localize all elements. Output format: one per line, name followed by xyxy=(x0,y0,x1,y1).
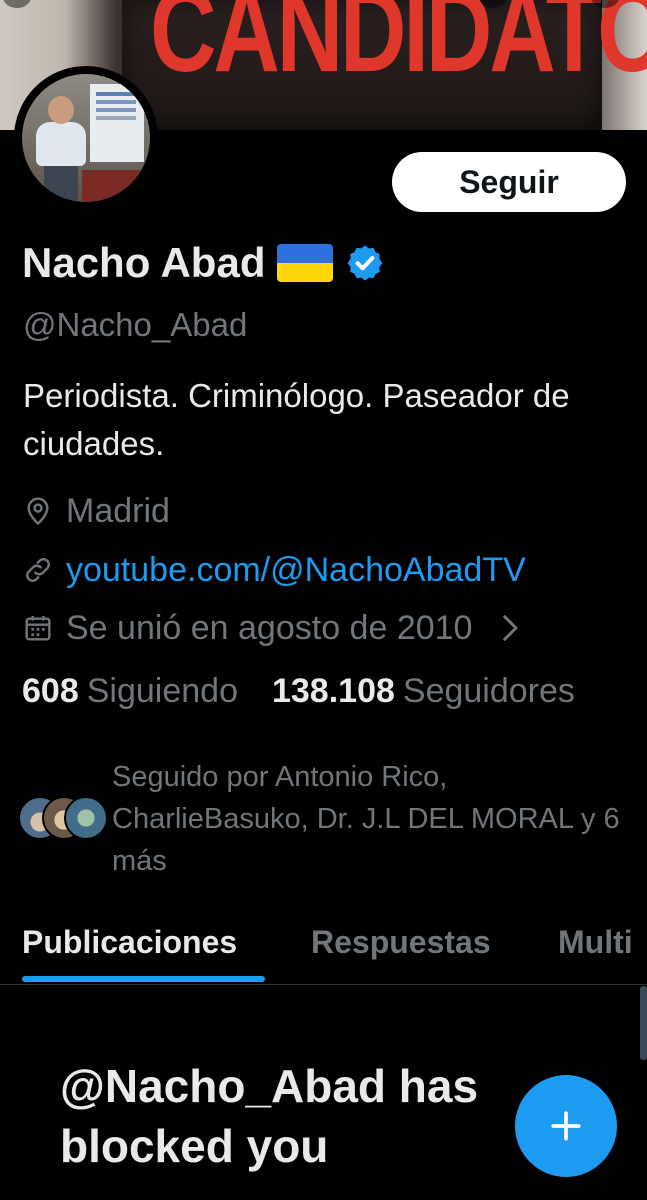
avatar-person-body xyxy=(36,122,86,166)
mutual-followers-avatars[interactable] xyxy=(18,796,108,840)
following-label: Siguiendo xyxy=(86,672,238,710)
joined-text: Se unió en agosto de 2010 xyxy=(66,608,473,647)
blocked-message: @Nacho_Abad has blocked you xyxy=(60,1060,479,1172)
tab-respuestas[interactable]: Respuestas xyxy=(311,924,491,961)
mutual-avatar-3 xyxy=(64,796,108,840)
following-count: 608 xyxy=(22,672,79,710)
tab-publicaciones[interactable]: Publicaciones xyxy=(22,924,237,961)
follow-stats: 608 Siguiendo 138.108 Seguidores xyxy=(22,672,575,711)
location-pin-icon xyxy=(27,497,49,526)
followed-by-text[interactable]: Seguido por Antonio Rico, CharlieBasuko,… xyxy=(112,756,622,882)
followers-label: Seguidores xyxy=(402,672,575,710)
follow-button[interactable]: Seguir xyxy=(392,152,626,212)
profile-joined[interactable]: Se unió en agosto de 2010 xyxy=(22,606,538,650)
banner-overlay-left xyxy=(2,0,32,8)
followers-stat[interactable]: 138.108 Seguidores xyxy=(272,672,575,711)
banner-text: CANDIDATO xyxy=(150,0,647,97)
avatar-background-screen xyxy=(90,84,144,162)
compose-button[interactable] xyxy=(515,1075,617,1177)
avatar-person-head xyxy=(48,96,74,124)
chevron-right-icon[interactable] xyxy=(494,612,526,644)
website-link[interactable]: youtube.com/@NachoAbadTV xyxy=(66,551,526,590)
display-name-row: Nacho Abad xyxy=(22,236,385,290)
scrollbar[interactable] xyxy=(640,986,647,1060)
profile-location: Madrid xyxy=(22,489,170,533)
profile-handle: @Nacho_Abad xyxy=(23,306,248,343)
location-text: Madrid xyxy=(66,491,170,530)
display-name: Nacho Abad xyxy=(22,239,266,286)
active-tab-indicator xyxy=(22,976,265,982)
avatar-photo xyxy=(22,74,150,202)
profile-avatar[interactable] xyxy=(14,66,158,210)
plus-icon xyxy=(551,1111,581,1141)
ukraine-flag-icon xyxy=(277,244,334,282)
avatar-background-table xyxy=(82,170,150,202)
profile-website[interactable]: youtube.com/@NachoAbadTV xyxy=(22,548,526,592)
profile-bio: Periodista. Criminólogo. Paseador de ciu… xyxy=(23,377,570,462)
followers-count: 138.108 xyxy=(271,672,395,710)
link-icon xyxy=(26,558,50,582)
calendar-icon xyxy=(25,616,51,641)
avatar-person-legs xyxy=(44,164,78,202)
following-stat[interactable]: 608 Siguiendo xyxy=(22,672,238,711)
verified-badge-icon[interactable] xyxy=(345,243,385,283)
profile-tabs: Publicaciones Respuestas Multi xyxy=(0,914,647,984)
tabs-divider xyxy=(0,984,647,985)
tab-multi[interactable]: Multi xyxy=(558,924,633,961)
